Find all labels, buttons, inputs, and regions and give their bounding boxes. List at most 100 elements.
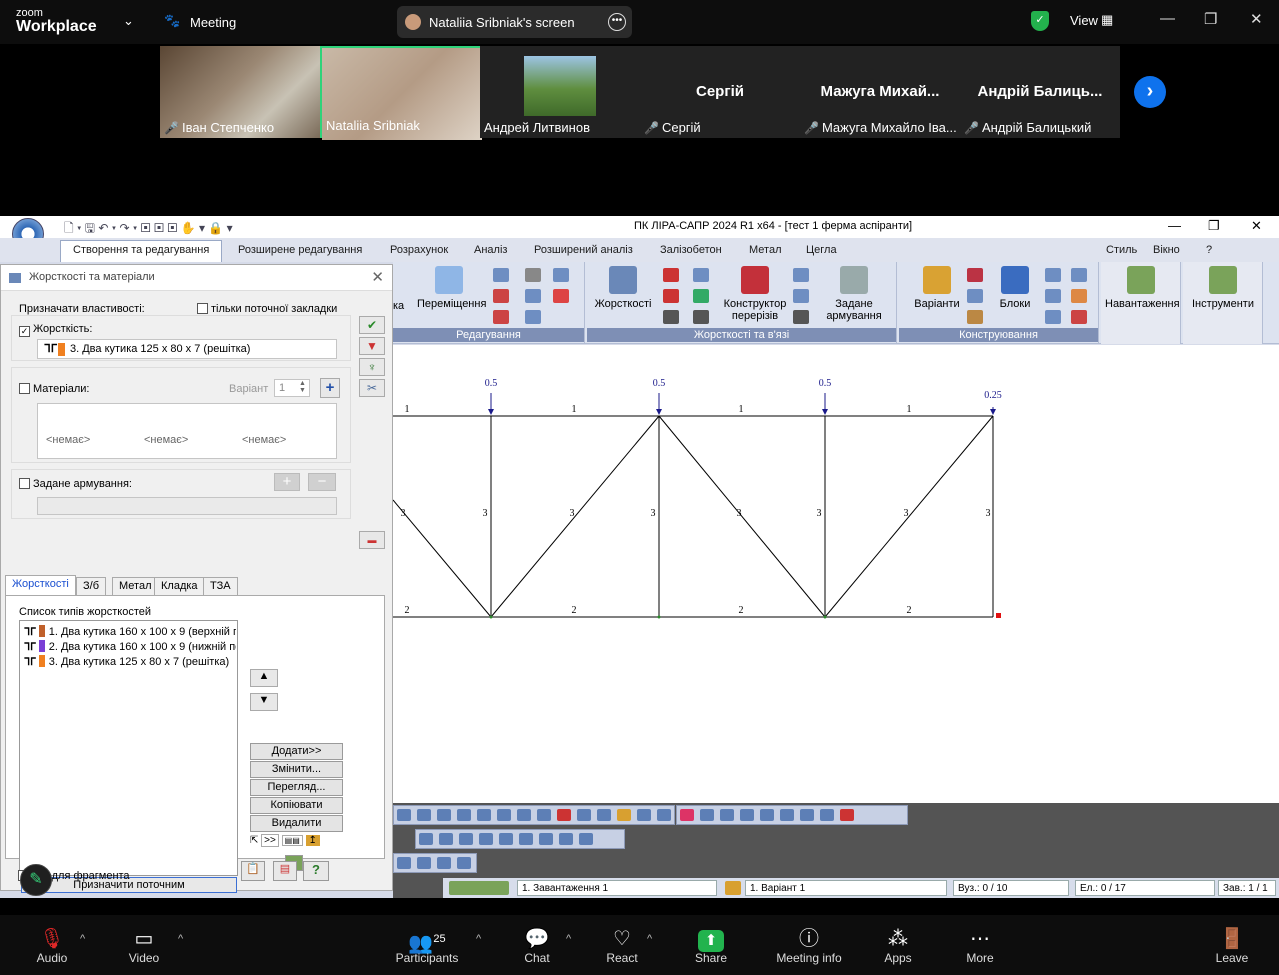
chevron-down-icon[interactable]: ⌄ (123, 13, 134, 29)
view-button[interactable]: View (1070, 13, 1098, 28)
tab-tza[interactable]: ТЗА (203, 577, 238, 595)
restore-icon[interactable]: ❐ (1204, 10, 1217, 28)
current-stiffness-field[interactable]: ᒣᒥ 3. Два кутика 125 x 80 x 7 (решітка) (37, 339, 337, 359)
only-current-tab-checkbox[interactable]: тільки поточної закладки (197, 303, 337, 315)
participants-caret-icon[interactable]: ^ (476, 933, 481, 945)
design-tool-icon[interactable] (1071, 289, 1087, 303)
stiffness-tool-icon[interactable] (663, 289, 679, 303)
edit-tool-icon[interactable] (493, 289, 509, 303)
tab-masonry[interactable]: Кладка (154, 577, 205, 595)
list-item[interactable]: ᒣᒥ 2. Два кутика 160 x 100 x 9 (нижній п… (24, 640, 236, 653)
edit-tool-icon[interactable] (493, 268, 509, 282)
list-tools[interactable]: ⇱ >> ▤▤ ↥ (250, 834, 342, 851)
meeting-label[interactable]: Meeting (190, 15, 236, 30)
more-button[interactable]: ⋯ More (962, 927, 998, 965)
tools-button[interactable]: Інструменти (1187, 266, 1259, 310)
list-item[interactable]: ᒣᒥ 3. Два кутика 125 x 80 x 7 (решітка) (24, 655, 236, 668)
variant-spinner[interactable]: 1 ▲ ▼ (274, 379, 310, 397)
video-button[interactable]: ▭ Video (124, 927, 164, 965)
model-canvas[interactable]: 0.5 0.5 0.5 0.25 1 1 1 1 2 2 2 2 3 3 3 3 3 3 3 3 (392, 345, 1279, 803)
audio-button[interactable]: 🎙 Audio (32, 927, 72, 965)
section-builder-button[interactable]: Конструктор перерізів (723, 266, 787, 322)
variants-button[interactable]: Варіанти (907, 266, 967, 310)
meeting-info-button[interactable]: ⓘ Meeting info (772, 927, 846, 965)
grid-icon[interactable]: ▦ (1101, 12, 1113, 28)
tab-calculation[interactable]: Розрахунок (390, 244, 448, 256)
chat-button[interactable]: 💬 Chat (520, 927, 554, 965)
clipboard-icon[interactable]: 📋 (241, 861, 265, 881)
edit-tool-icon[interactable] (525, 310, 541, 324)
participant-tile[interactable]: 🎤 Іван Степченко (160, 46, 320, 138)
fragment-toolbar[interactable] (393, 853, 477, 873)
react-caret-icon[interactable]: ^ (647, 933, 652, 945)
participants-button[interactable]: 👥25 Participants (392, 927, 462, 965)
list-item[interactable]: ᒣᒥ 1. Два кутика 160 x 100 x 9 (верхній … (24, 625, 236, 638)
tool-icon[interactable] (793, 268, 809, 282)
reinforcement-checkbox[interactable]: Задане армування: (19, 478, 132, 490)
react-button[interactable]: ♡ React (603, 927, 641, 965)
materials-checkbox[interactable]: Матеріали: (19, 383, 90, 395)
materials-table[interactable]: <немає> <немає> <немає> (37, 403, 337, 459)
load-case-icons[interactable] (449, 881, 509, 895)
load-case-select[interactable]: 1. Завантаження 1 (517, 880, 717, 896)
design-tool-icon[interactable] (967, 310, 983, 324)
node-marker[interactable] (823, 615, 827, 619)
axis-toolbar[interactable] (676, 805, 908, 825)
remove-reinforcement-button[interactable]: − (308, 473, 336, 491)
tool-icon[interactable] (793, 310, 809, 324)
menu-help[interactable]: ? (1206, 244, 1212, 256)
participant-tile[interactable]: Мажуга Михай... 🎤 Мажуга Михайло Іва... (800, 46, 960, 138)
scissors-icon[interactable] (525, 268, 541, 282)
edit-button[interactable]: Змінити... (250, 761, 343, 778)
reinforcement-field[interactable] (37, 497, 337, 515)
design-tool-icon[interactable] (1071, 268, 1087, 282)
edit-partial-label[interactable]: ка (393, 300, 404, 312)
move-button[interactable]: Переміщення (417, 266, 486, 310)
stiffness-tool-icon[interactable] (663, 310, 679, 324)
loading-button[interactable]: Навантаження (1105, 266, 1180, 310)
delete-icon[interactable] (493, 310, 509, 324)
tab-reinforced-concrete[interactable]: Залізобетон (660, 244, 722, 256)
tab-advanced-edit[interactable]: Розширене редагування (238, 244, 362, 256)
minimize-icon[interactable]: — (1160, 10, 1175, 27)
annotate-pencil-icon[interactable]: ✎ (20, 864, 52, 896)
participant-tile-active-speaker[interactable]: Nataliia Sribniak (320, 46, 482, 140)
delete-button[interactable]: Видалити (250, 815, 343, 832)
apps-button[interactable]: ⁂ Apps (880, 927, 916, 965)
video-options-caret-icon[interactable]: ^ (178, 933, 183, 945)
view-toolbar[interactable] (393, 805, 675, 825)
tab-metal[interactable]: Метал (749, 244, 782, 256)
stiffness-tool-icon[interactable] (693, 289, 709, 303)
participant-tile[interactable]: Сергій 🎤 Сергій (640, 46, 800, 138)
collapse-icon[interactable]: ▬ (359, 531, 385, 549)
view-button[interactable]: Перегляд... (250, 779, 343, 796)
stiffness-button[interactable]: Жорсткості (593, 266, 653, 310)
stiffness-checkbox[interactable]: ✓ Жорсткість: (19, 323, 92, 337)
add-reinforcement-button[interactable]: + (274, 473, 300, 491)
design-tool-icon[interactable] (1045, 310, 1061, 324)
dialog-close-icon[interactable]: ✕ (371, 268, 384, 286)
apply-check-icon[interactable]: ✔ (359, 316, 385, 334)
app-minimize-icon[interactable]: — (1168, 218, 1181, 233)
menu-window[interactable]: Вікно (1153, 244, 1180, 256)
report-icon[interactable]: ▤ (273, 861, 297, 881)
projection-toolbar[interactable] (415, 829, 625, 849)
encryption-shield-icon[interactable]: ✓ (1031, 11, 1049, 31)
filter-icon[interactable]: ▼ (359, 337, 385, 355)
variant-select[interactable]: 1. Варіант 1 (745, 880, 947, 896)
blocks-button[interactable]: Блоки (995, 266, 1035, 310)
move-down-button[interactable]: ▼ (250, 693, 278, 711)
diagonal-member[interactable] (490, 415, 660, 618)
edit-tool-icon[interactable] (525, 289, 541, 303)
tab-analysis[interactable]: Аналіз (474, 244, 507, 256)
stiffness-tool-icon[interactable] (693, 310, 709, 324)
design-tool-icon[interactable] (1045, 268, 1061, 282)
more-options-icon[interactable]: ••• (608, 13, 626, 31)
stiffness-tool-icon[interactable] (693, 268, 709, 282)
add-button[interactable]: Додати>> (250, 743, 343, 760)
screen-share-indicator[interactable]: Nataliia Sribniak's screen ••• (397, 6, 632, 38)
participant-tile[interactable]: Андрей Литвинов (480, 46, 640, 138)
diagonal-member[interactable] (824, 415, 994, 618)
diagonal-member[interactable] (392, 499, 492, 618)
scissors-icon[interactable]: ✂ (359, 379, 385, 397)
